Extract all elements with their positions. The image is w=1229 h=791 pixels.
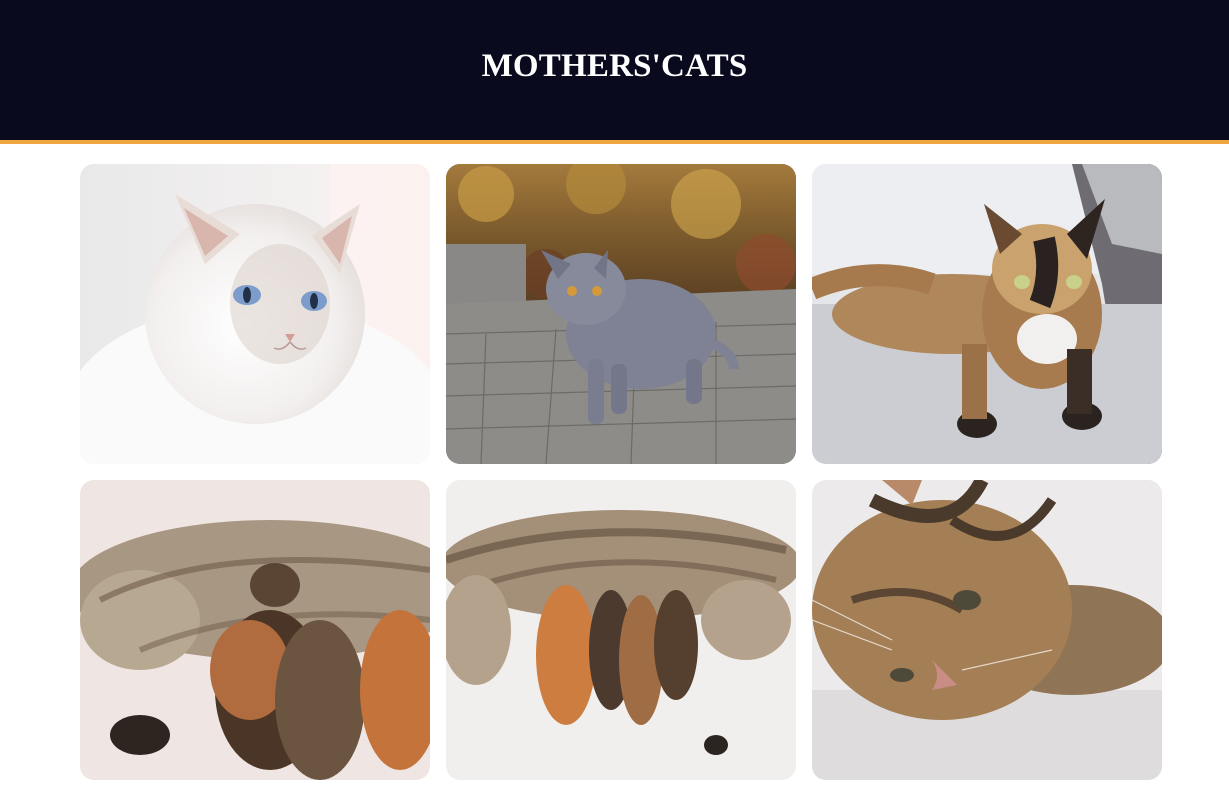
site-header: MOTHERS'CATS — [0, 0, 1229, 144]
cat-photo-white-fluffy[interactable] — [80, 164, 430, 464]
tortoiseshell-cat-image — [812, 164, 1162, 464]
page-title: MOTHERS'CATS — [481, 48, 748, 84]
nursing-cat-image — [80, 480, 430, 780]
tabby-cat-image — [812, 480, 1162, 780]
cat-photo-nursing-kittens[interactable] — [80, 480, 430, 780]
cat-photo-mother-with-kittens[interactable] — [446, 480, 796, 780]
cat-photo-tabby-closeup[interactable] — [812, 480, 1162, 780]
photo-gallery — [80, 164, 1162, 780]
white-cat-image — [80, 164, 430, 464]
grey-cat-image — [446, 164, 796, 464]
mother-kittens-image — [446, 480, 796, 780]
cat-photo-tortoiseshell[interactable] — [812, 164, 1162, 464]
cat-photo-grey-shorthair[interactable] — [446, 164, 796, 464]
